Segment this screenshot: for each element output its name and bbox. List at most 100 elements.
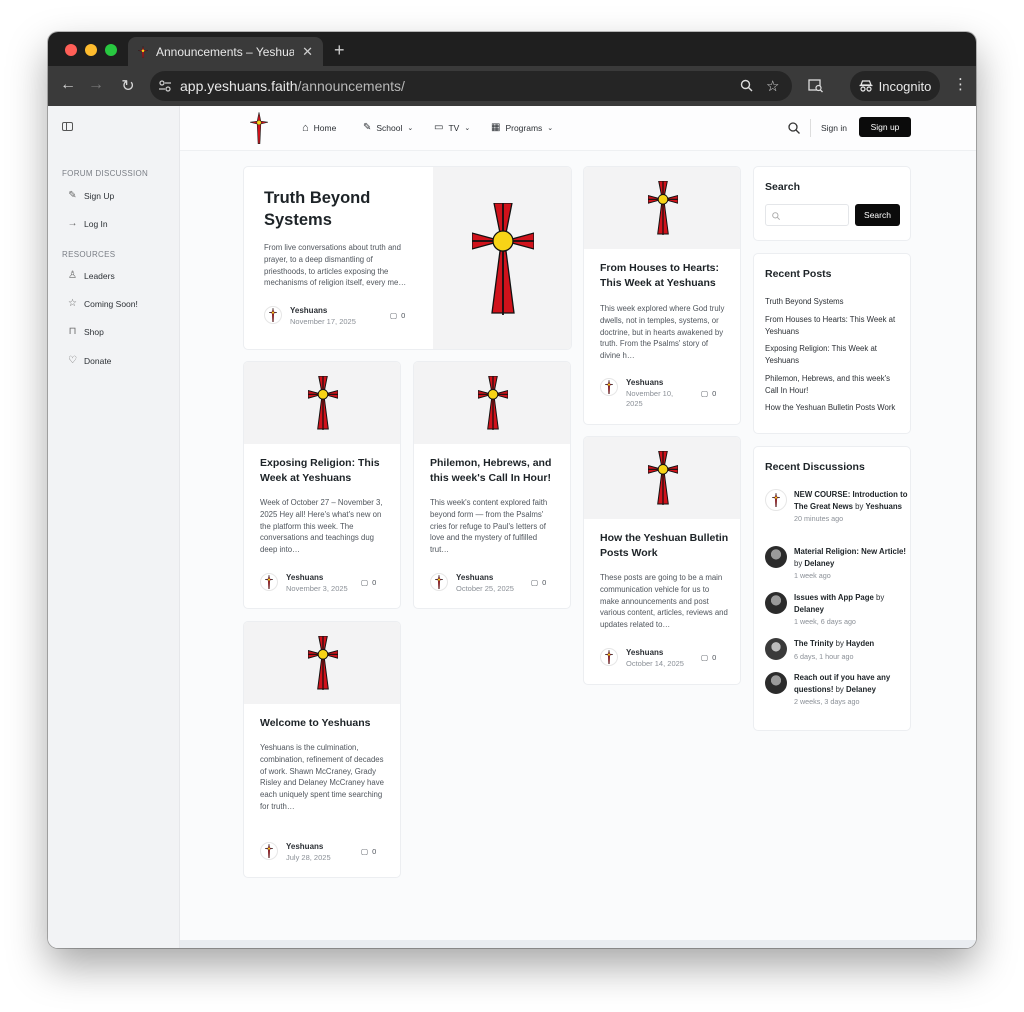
sidebar-item-donate[interactable]: ♡ Donate (67, 355, 111, 366)
recent-post-link[interactable]: How the Yeshuan Bulletin Posts Work (765, 402, 905, 414)
chevron-down-icon: ⌄ (464, 124, 471, 132)
post-image[interactable] (244, 622, 400, 704)
sidebar-item-sign-up[interactable]: ✎ Sign Up (67, 190, 114, 201)
author-name[interactable]: Yeshuans (626, 378, 680, 387)
recent-post-link[interactable]: Exposing Religion: This Week at Yeshuans (765, 343, 905, 366)
post-card[interactable]: How the Yeshuan Bulletin Posts Work Thes… (583, 436, 741, 685)
post-title[interactable]: Welcome to Yeshuans (260, 716, 390, 731)
site-settings-icon[interactable] (158, 79, 172, 93)
sidebar-item-coming-soon[interactable]: ☆ Coming Soon! (67, 298, 138, 309)
site-logo[interactable] (250, 112, 268, 144)
sidebar-item-log-in[interactable]: → Log In (67, 218, 108, 229)
comment-icon: ▢ (361, 578, 369, 587)
search-icon[interactable] (788, 122, 800, 134)
author-name[interactable]: Yeshuans (626, 648, 684, 657)
discussion-topic[interactable]: The Trinity (794, 639, 833, 648)
bookmark-star-icon[interactable]: ☆ (766, 77, 779, 95)
maximize-window-button[interactable] (105, 44, 117, 56)
incognito-indicator[interactable]: Incognito (850, 71, 940, 101)
post-title[interactable]: Exposing Religion: This Week at Yeshuans (260, 456, 390, 486)
featured-post-card[interactable]: Truth Beyond Systems From live conversati… (243, 166, 572, 350)
nav-home-label: Home (313, 123, 337, 133)
recent-post-link[interactable]: Philemon, Hebrews, and this week's Call … (765, 373, 905, 396)
discussion-item[interactable]: Material Religion: New Article! by Delan… (765, 546, 910, 580)
discussion-topic[interactable]: Issues with App Page (794, 593, 874, 602)
sign-in-link[interactable]: Sign in (821, 123, 847, 133)
sign-up-button[interactable]: Sign up (859, 117, 911, 137)
zoom-icon[interactable] (740, 79, 753, 92)
back-button[interactable]: ← (58, 76, 78, 94)
post-card[interactable]: From Houses to Hearts: This Week at Yesh… (583, 166, 741, 425)
post-image[interactable] (414, 362, 570, 444)
featured-post-excerpt: From live conversations about truth and … (264, 243, 407, 288)
discussion-author[interactable]: Delaney (804, 559, 834, 568)
home-icon: ⌂ (302, 122, 309, 134)
author-avatar (600, 648, 618, 666)
search-input[interactable] (765, 204, 849, 226)
recent-post-link[interactable]: Truth Beyond Systems (765, 296, 905, 308)
sidebar-item-leaders[interactable]: ♙ Leaders (67, 270, 115, 281)
nav-home[interactable]: ⌂ Home (302, 122, 336, 134)
nav-programs[interactable]: ▦ Programs ⌄ (491, 122, 553, 133)
cross-icon (648, 451, 678, 505)
close-window-button[interactable] (65, 44, 77, 56)
tab-close-icon[interactable]: ✕ (302, 44, 313, 60)
avatar (765, 546, 787, 568)
sidebar-item-shop[interactable]: ⊓ Shop (67, 326, 104, 337)
comment-count[interactable]: ▢ 0 (361, 578, 376, 587)
comment-count[interactable]: ▢ 0 (701, 389, 716, 398)
discussion-item[interactable]: NEW COURSE: Introduction to The Great Ne… (765, 489, 910, 523)
post-card[interactable]: Welcome to Yeshuans Yeshuans is the culm… (243, 621, 401, 878)
post-image[interactable] (244, 362, 400, 444)
discussion-item[interactable]: Reach out if you have any questions! by … (765, 672, 910, 706)
browser-menu-icon[interactable]: ⋮ (953, 75, 968, 93)
nav-tv[interactable]: ▭ TV ⌄ (434, 122, 470, 133)
author-name[interactable]: Yeshuans (456, 573, 514, 582)
post-title[interactable]: How the Yeshuan Bulletin Posts Work (600, 531, 730, 561)
comment-count[interactable]: ▢ 0 (390, 311, 405, 320)
discussion-item[interactable]: The Trinity by Hayden 6 days, 1 hour ago (765, 638, 910, 661)
post-date: October 25, 2025 (456, 584, 514, 593)
comment-count[interactable]: ▢ 0 (531, 578, 546, 587)
post-image[interactable] (584, 437, 740, 519)
discussion-item[interactable]: Issues with App Page by Delaney 1 week, … (765, 592, 910, 626)
post-title[interactable]: From Houses to Hearts: This Week at Yesh… (600, 261, 730, 291)
search-widget: Search Search (753, 166, 911, 241)
signup-icon: ✎ (68, 190, 77, 201)
author-name[interactable]: Yeshuans (290, 306, 356, 315)
sidebar-toggle-icon[interactable] (62, 122, 73, 131)
address-bar[interactable]: app.yeshuans.faith/announcements/ ☆ (150, 71, 792, 101)
browser-tab[interactable]: Announcements – Yeshuans ✕ (128, 37, 323, 66)
post-image[interactable] (584, 167, 740, 249)
discussion-author[interactable]: Delaney (794, 605, 824, 614)
post-card[interactable]: Exposing Religion: This Week at Yeshuans… (243, 361, 401, 609)
forward-button[interactable]: → (86, 76, 106, 94)
user-icon: ♙ (68, 270, 77, 281)
search-button[interactable]: Search (855, 204, 900, 226)
author-name[interactable]: Yeshuans (286, 842, 331, 851)
cross-icon (308, 376, 338, 430)
new-tab-button[interactable]: + (334, 40, 345, 61)
featured-post-image[interactable] (433, 167, 571, 349)
reload-button[interactable]: ↻ (118, 76, 138, 96)
discussion-author[interactable]: Delaney (846, 685, 876, 694)
post-card[interactable]: Philemon, Hebrews, and this week's Call … (413, 361, 571, 609)
discussion-author[interactable]: Yeshuans (866, 502, 902, 511)
horizontal-scrollbar[interactable] (180, 940, 976, 948)
reading-mode-icon[interactable] (808, 79, 824, 93)
post-title[interactable]: Philemon, Hebrews, and this week's Call … (430, 456, 560, 486)
chevron-down-icon: ⌄ (547, 124, 554, 132)
author-avatar (264, 306, 282, 324)
tab-title: Announcements – Yeshuans (156, 44, 295, 59)
recent-post-link[interactable]: From Houses to Hearts: This Week at Yesh… (765, 314, 905, 337)
minimize-window-button[interactable] (85, 44, 97, 56)
discussion-topic[interactable]: Material Religion: New Article! (794, 547, 906, 556)
discussion-author[interactable]: Hayden (846, 639, 874, 648)
nav-school[interactable]: ✎ School ⌄ (363, 122, 413, 133)
author-name[interactable]: Yeshuans (286, 573, 348, 582)
sidebar-item-label: Sign Up (84, 190, 115, 201)
featured-post-title[interactable]: Truth Beyond Systems (264, 187, 370, 231)
comment-count[interactable]: ▢ 0 (361, 847, 376, 856)
author-avatar (260, 573, 278, 591)
comment-count[interactable]: ▢ 0 (701, 653, 716, 662)
